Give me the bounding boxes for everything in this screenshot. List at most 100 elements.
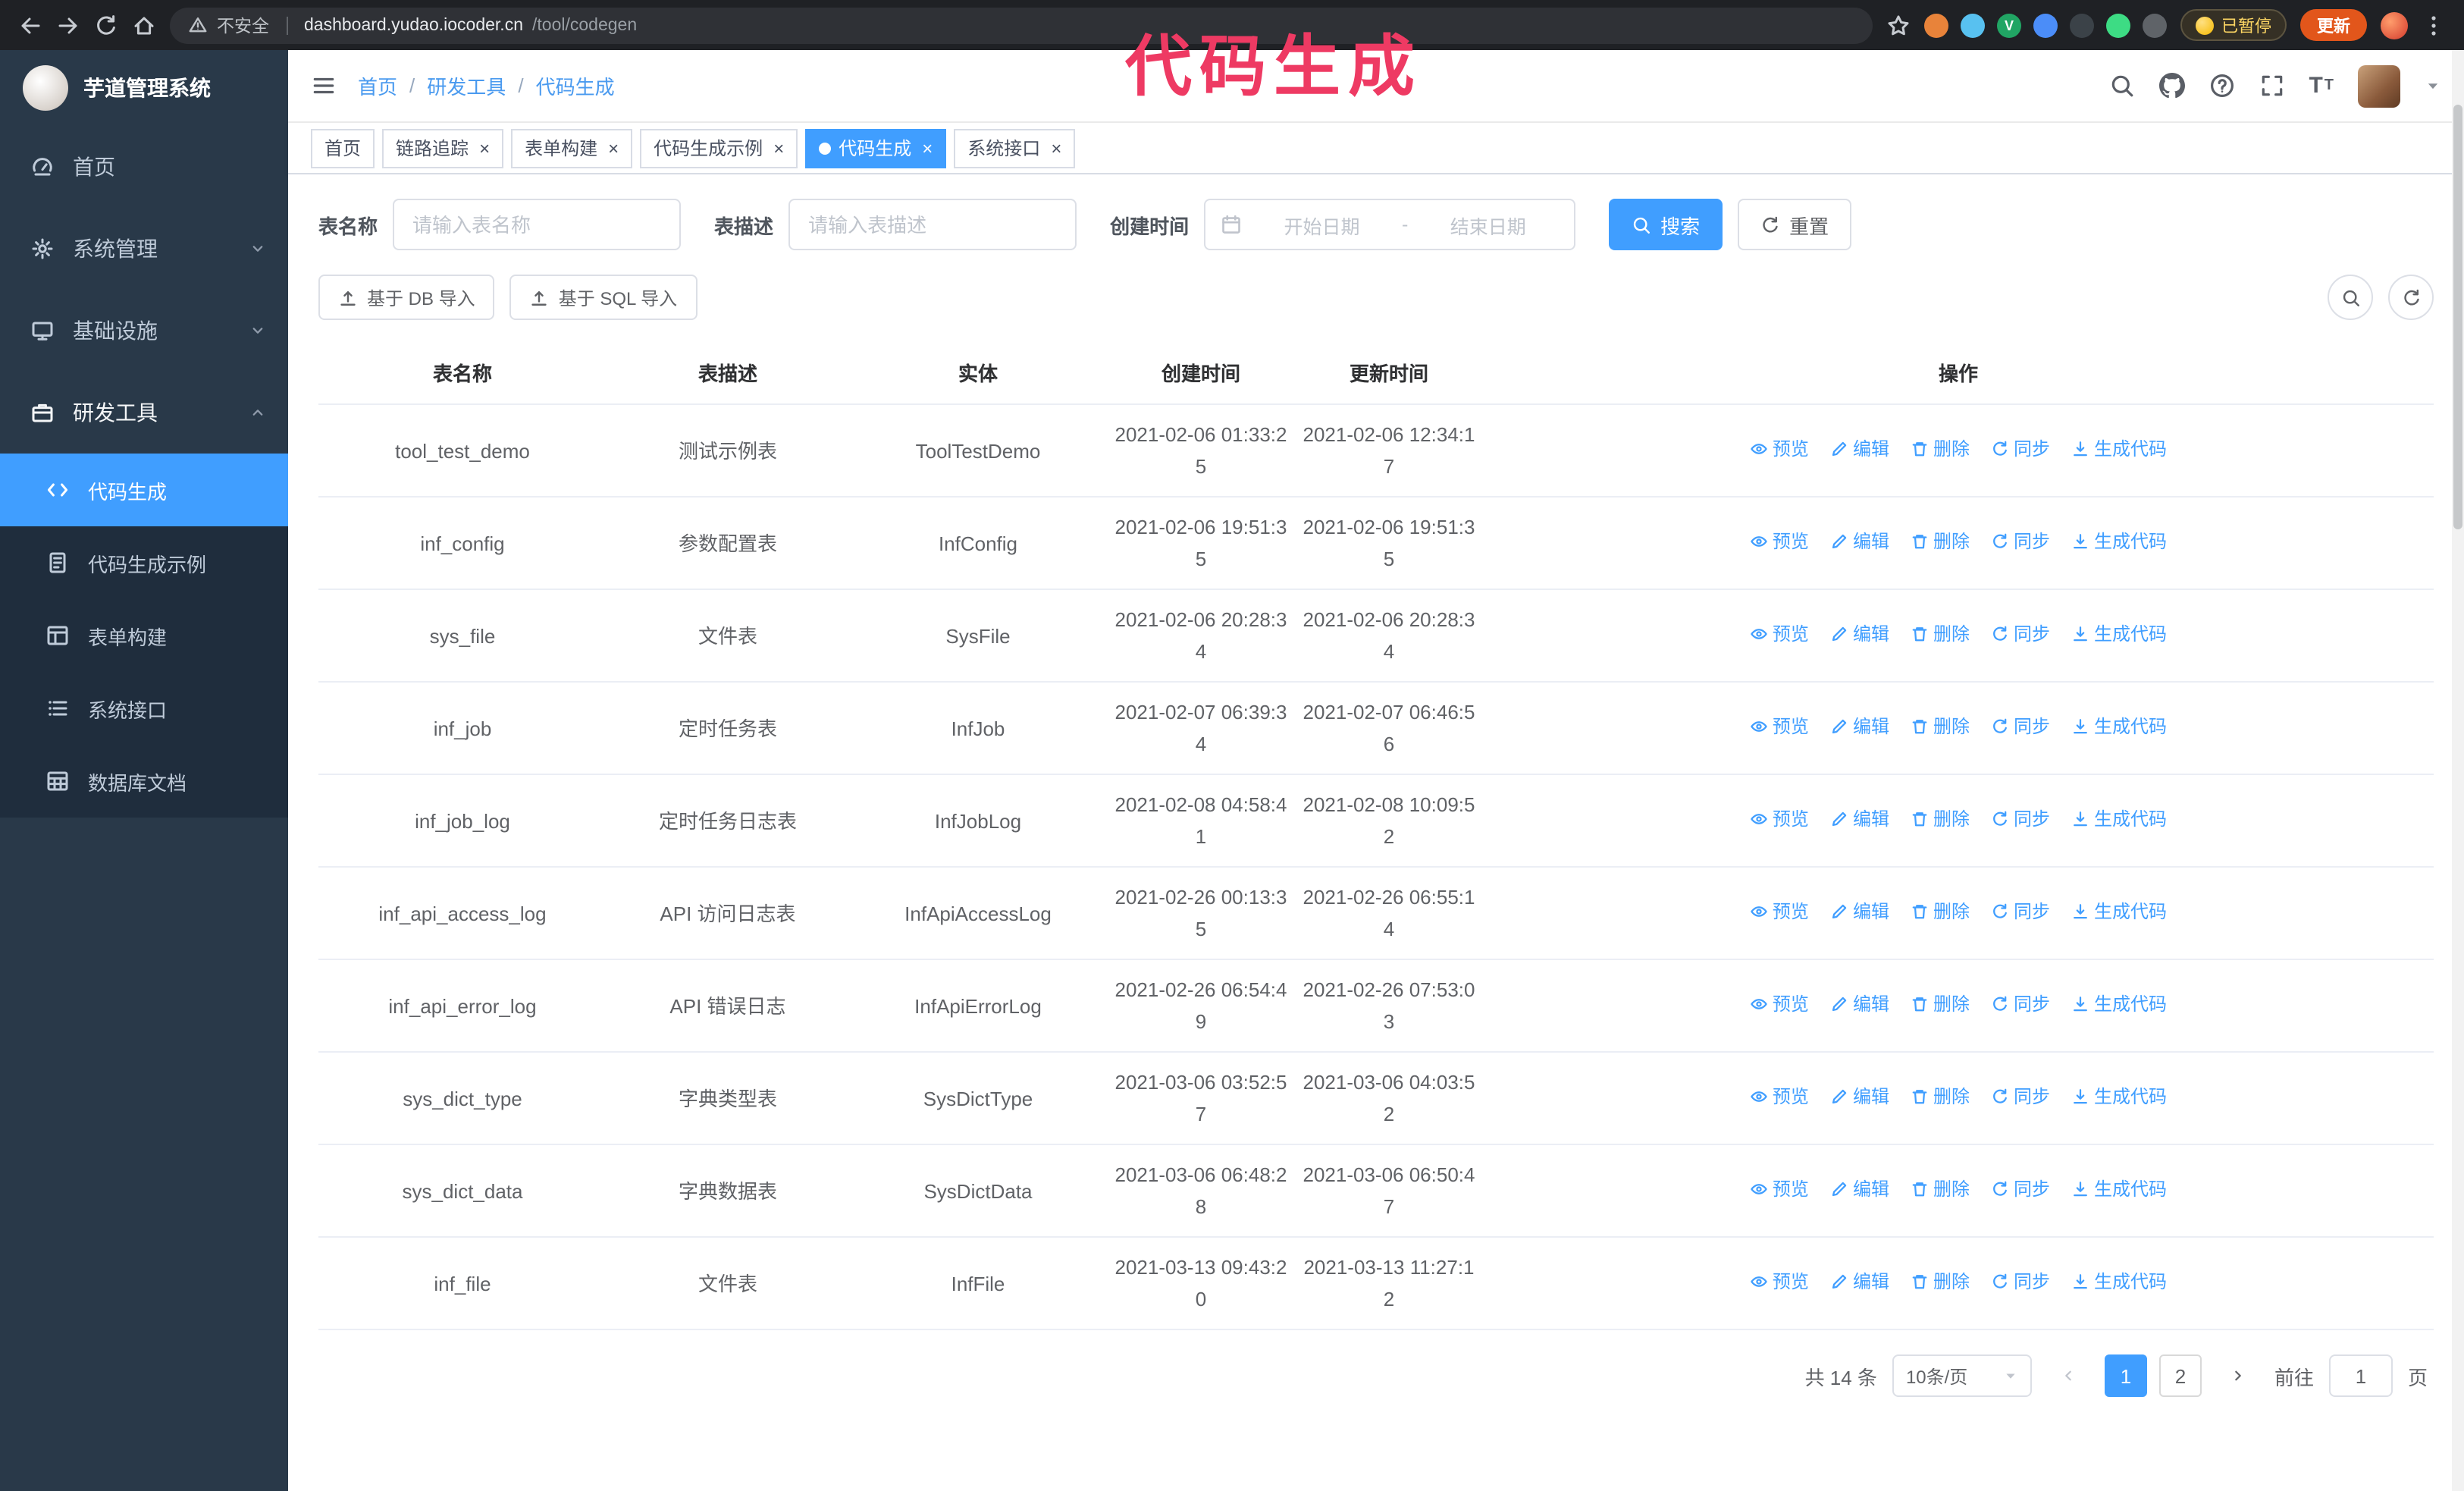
close-tab-icon[interactable]: × — [773, 139, 784, 157]
home-icon[interactable] — [132, 13, 156, 37]
action-edit[interactable]: 编辑 — [1830, 1267, 1889, 1298]
action-edit[interactable]: 编辑 — [1830, 619, 1889, 651]
paused-badge[interactable]: 已暂停 — [2180, 9, 2287, 41]
action-sync[interactable]: 同步 — [1991, 1267, 2050, 1298]
action-delete[interactable]: 删除 — [1911, 896, 1970, 928]
tab-codegen[interactable]: 代码生成 × — [805, 128, 947, 168]
action-edit[interactable]: 编辑 — [1830, 711, 1889, 743]
action-delete[interactable]: 删除 — [1911, 1081, 1970, 1113]
action-generate[interactable]: 生成代码 — [2071, 804, 2167, 836]
sidebar-subitem-system-api[interactable]: 系统接口 — [0, 672, 288, 745]
action-delete[interactable]: 删除 — [1911, 526, 1970, 558]
close-tab-icon[interactable]: × — [922, 139, 933, 157]
action-edit[interactable]: 编辑 — [1830, 434, 1889, 466]
tab-codegen-example[interactable]: 代码生成示例 × — [640, 128, 798, 168]
sidebar-subitem-codegen[interactable]: 代码生成 — [0, 454, 288, 526]
avatar-caret-down-icon[interactable] — [2425, 77, 2441, 94]
action-preview[interactable]: 预览 — [1750, 804, 1809, 836]
action-generate[interactable]: 生成代码 — [2071, 711, 2167, 743]
action-sync[interactable]: 同步 — [1991, 1081, 2050, 1113]
bookmark-star-icon[interactable] — [1886, 13, 1911, 37]
action-delete[interactable]: 删除 — [1911, 711, 1970, 743]
action-delete[interactable]: 删除 — [1911, 434, 1970, 466]
page-2-button[interactable]: 2 — [2158, 1354, 2202, 1397]
drop-extension-icon[interactable] — [1961, 13, 1985, 37]
action-sync[interactable]: 同步 — [1991, 989, 2050, 1021]
breadcrumb-item[interactable]: 首页 — [358, 71, 397, 100]
browser-profile-avatar[interactable] — [2381, 11, 2408, 39]
toggle-search-button[interactable] — [2328, 275, 2373, 320]
forward-icon[interactable] — [56, 13, 80, 37]
breadcrumb-item[interactable]: 研发工具 — [427, 71, 506, 100]
fox-extension-icon[interactable] — [1924, 13, 1948, 37]
page-scrollbar[interactable] — [2452, 50, 2464, 1491]
action-preview[interactable]: 预览 — [1750, 989, 1809, 1021]
sidebar-item-system[interactable]: 系统管理 — [0, 208, 288, 290]
leaf-extension-icon[interactable] — [2106, 13, 2130, 37]
action-preview[interactable]: 预览 — [1750, 711, 1809, 743]
action-sync[interactable]: 同步 — [1991, 526, 2050, 558]
action-generate[interactable]: 生成代码 — [2071, 1174, 2167, 1206]
font-size-icon[interactable]: TT — [2309, 73, 2334, 99]
v-extension-icon[interactable]: V — [1997, 13, 2021, 37]
action-generate[interactable]: 生成代码 — [2071, 989, 2167, 1021]
close-tab-icon[interactable]: × — [608, 139, 619, 157]
action-edit[interactable]: 编辑 — [1830, 526, 1889, 558]
action-generate[interactable]: 生成代码 — [2071, 896, 2167, 928]
action-sync[interactable]: 同步 — [1991, 619, 2050, 651]
goto-page-input[interactable] — [2328, 1354, 2393, 1397]
action-sync[interactable]: 同步 — [1991, 1174, 2050, 1206]
puzzle-extension-icon[interactable] — [2143, 13, 2167, 37]
next-page-button[interactable] — [2217, 1354, 2259, 1397]
action-sync[interactable]: 同步 — [1991, 711, 2050, 743]
reset-button[interactable]: 重置 — [1738, 199, 1852, 250]
action-delete[interactable]: 删除 — [1911, 1267, 1970, 1298]
action-preview[interactable]: 预览 — [1750, 896, 1809, 928]
logo[interactable]: 芋道管理系统 — [0, 50, 288, 126]
fullscreen-icon[interactable] — [2259, 73, 2284, 99]
tab-tracing[interactable]: 链路追踪 × — [382, 128, 504, 168]
action-delete[interactable]: 删除 — [1911, 804, 1970, 836]
address-bar[interactable]: 不安全 dashboard.yudao.iocoder.cn/tool/code… — [170, 7, 1873, 43]
update-button[interactable]: 更新 — [2300, 9, 2367, 41]
action-preview[interactable]: 预览 — [1750, 1267, 1809, 1298]
action-preview[interactable]: 预览 — [1750, 1081, 1809, 1113]
action-edit[interactable]: 编辑 — [1830, 804, 1889, 836]
sidebar-subitem-db-doc[interactable]: 数据库文档 — [0, 745, 288, 818]
reload-icon[interactable] — [94, 13, 118, 37]
page-1-button[interactable]: 1 — [2104, 1354, 2147, 1397]
help-icon[interactable] — [2209, 73, 2234, 99]
pin-extension-icon[interactable] — [2070, 13, 2094, 37]
sidebar-item-devtools[interactable]: 研发工具 — [0, 372, 288, 454]
action-edit[interactable]: 编辑 — [1830, 896, 1889, 928]
action-edit[interactable]: 编辑 — [1830, 1174, 1889, 1206]
browser-menu-icon[interactable] — [2422, 13, 2446, 37]
action-delete[interactable]: 删除 — [1911, 989, 1970, 1021]
action-generate[interactable]: 生成代码 — [2071, 1267, 2167, 1298]
action-generate[interactable]: 生成代码 — [2071, 434, 2167, 466]
people-extension-icon[interactable] — [2033, 13, 2058, 37]
page-size-select[interactable]: 10条/页 — [1892, 1354, 2032, 1397]
action-sync[interactable]: 同步 — [1991, 804, 2050, 836]
sidebar-subitem-codegen-example[interactable]: 代码生成示例 — [0, 526, 288, 599]
prev-page-button[interactable] — [2047, 1354, 2089, 1397]
close-tab-icon[interactable]: × — [479, 139, 490, 157]
action-preview[interactable]: 预览 — [1750, 434, 1809, 466]
hamburger-icon[interactable] — [311, 73, 337, 99]
tab-home[interactable]: 首页 — [311, 128, 375, 168]
action-delete[interactable]: 删除 — [1911, 619, 1970, 651]
import-sql-button[interactable]: 基于 SQL 导入 — [509, 275, 698, 320]
tab-form-build[interactable]: 表单构建 × — [511, 128, 633, 168]
action-sync[interactable]: 同步 — [1991, 434, 2050, 466]
sidebar-item-infra[interactable]: 基础设施 — [0, 290, 288, 372]
action-delete[interactable]: 删除 — [1911, 1174, 1970, 1206]
tab-system-api[interactable]: 系统接口 × — [954, 128, 1076, 168]
action-edit[interactable]: 编辑 — [1830, 989, 1889, 1021]
action-sync[interactable]: 同步 — [1991, 896, 2050, 928]
github-icon[interactable] — [2158, 73, 2185, 99]
import-db-button[interactable]: 基于 DB 导入 — [318, 275, 495, 320]
action-preview[interactable]: 预览 — [1750, 526, 1809, 558]
date-range-picker[interactable]: 开始日期 - 结束日期 — [1204, 199, 1576, 250]
search-button[interactable]: 搜索 — [1609, 199, 1723, 250]
refresh-table-button[interactable] — [2388, 275, 2434, 320]
